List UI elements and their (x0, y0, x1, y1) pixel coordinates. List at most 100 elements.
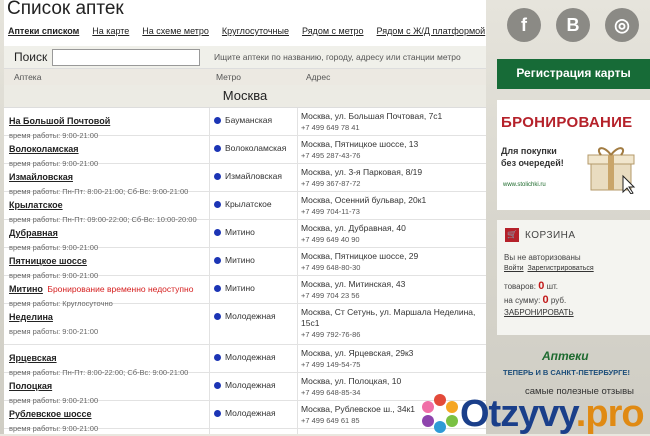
tab-near-metro[interactable]: Рядом с метро (302, 26, 364, 36)
pharmacy-name-link[interactable]: Измайловская (9, 172, 73, 182)
address-text: Москва, Пятницкое шоссе, 29 (301, 251, 419, 261)
pharmacy-name-link[interactable]: Пятницкое шоссе (9, 256, 87, 266)
metro-dot-icon (214, 201, 221, 208)
watermark-logo-main: Otzyvy (460, 393, 577, 435)
cart-items-count: 0 (538, 280, 545, 292)
cart-widget: 🛒 КОРЗИНА Вы не авторизованы Войти Зарег… (497, 220, 650, 335)
metro-cell: Митино (214, 255, 255, 265)
column-divider (209, 276, 210, 303)
metro-name: Молодежная (225, 352, 276, 362)
metro-name: Волоколамская (225, 143, 287, 153)
phone-number: +7 499 704-11-73 (301, 207, 360, 216)
metro-dot-icon (214, 173, 221, 180)
booking-banner[interactable]: БРОНИРОВАНИЕ Для покупки без очередей! w… (497, 100, 650, 210)
metro-name: Крылатское (225, 199, 272, 209)
instagram-icon[interactable]: ◎ (605, 8, 639, 42)
table-row: Неделина время работы: 9:00-21:00 Молодежн… (4, 304, 486, 345)
address-text: Москва, Ст Сетунь, ул. Маршала Неделина,… (301, 307, 476, 328)
address-cell: Москва, Пятницкое шоссе, 29 +7 499 648-80… (301, 251, 481, 273)
tab-24h[interactable]: Круглосуточные (222, 26, 289, 36)
column-header-pharmacy: Аптека (14, 72, 42, 82)
metro-cell: Измайловская (214, 171, 282, 181)
pharmacy-name-link[interactable]: На Большой Почтовой (9, 116, 110, 126)
login-link[interactable]: Войти (504, 265, 524, 272)
metro-cell: Бауманская (214, 115, 272, 125)
metro-name: Молодежная (225, 408, 276, 418)
column-divider (297, 220, 298, 247)
pharmacy-name-link[interactable]: Ярцевская (9, 353, 57, 363)
table-row: Рублевское шоссе время работы: 9:00-21:00… (4, 401, 486, 433)
city-name: Москва (222, 88, 268, 103)
address-text: Москва, ул. Митинская, 43 (301, 279, 406, 289)
address-text: Москва, ул. Полоцкая, 10 (301, 376, 402, 386)
spb-banner[interactable]: Аптеки ТЕПЕРЬ И В САНКТ-ПЕТЕРБУРГЕ! (497, 343, 650, 383)
tab-list[interactable]: Аптеки списком (8, 26, 79, 36)
metro-dot-icon (214, 382, 221, 389)
metro-cell: Молодежная (214, 352, 276, 362)
metro-name: Митино (225, 255, 255, 265)
tab-map[interactable]: На карте (92, 26, 129, 36)
metro-cell: Волоколамская (214, 143, 286, 153)
column-divider (209, 108, 210, 135)
column-divider (209, 192, 210, 219)
book-link[interactable]: ЗАБРОНИРОВАТЬ (504, 308, 574, 317)
pharmacy-name-link[interactable]: Неделина (9, 312, 53, 322)
column-divider (209, 164, 210, 191)
address-text: Москва, ул. Дубравная, 40 (301, 223, 406, 233)
metro-dot-icon (214, 145, 221, 152)
address-cell: Москва, ул. Дубравная, 40 +7 499 649 40 9… (301, 223, 481, 245)
phone-number: +7 499 367-87-72 (301, 179, 361, 188)
pharmacy-name-link[interactable]: Дубравная (9, 228, 58, 238)
address-text: Москва, Пятницкое шоссе, 13 (301, 139, 419, 149)
watermark-logo-suffix: .pro (575, 393, 645, 435)
spb-logo: Аптеки (542, 349, 589, 363)
search-input[interactable] (52, 49, 200, 66)
pharmacy-hours: время работы: 9:00-21:00 (9, 327, 99, 336)
address-cell: Москва, Пятницкое шоссе, 13 +7 495 287-43… (301, 139, 481, 161)
facebook-icon[interactable]: f (507, 8, 541, 42)
pharmacy-name-link[interactable]: Полоцкая (9, 381, 52, 391)
metro-name: Митино (225, 283, 255, 293)
column-divider (209, 248, 210, 275)
pharmacy-note: Бронирование временно недоступно (47, 284, 194, 294)
metro-name: Молодежная (225, 311, 276, 321)
address-text: Москва, Осенний бульвар, 20к1 (301, 195, 427, 205)
metro-dot-icon (214, 285, 221, 292)
tab-metro-scheme[interactable]: На схеме метро (142, 26, 209, 36)
column-divider (297, 136, 298, 163)
booking-site: www.stolichki.ru (503, 182, 546, 188)
metro-dot-icon (214, 117, 221, 124)
tab-near-railway[interactable]: Рядом с Ж/Д платформой (377, 26, 486, 36)
column-divider (209, 401, 210, 428)
column-divider (297, 304, 298, 344)
column-divider (297, 192, 298, 219)
column-divider (297, 401, 298, 428)
metro-cell: Молодежная (214, 380, 276, 390)
vk-icon[interactable]: B (556, 8, 590, 42)
metro-name: Измайловская (225, 171, 283, 181)
pharmacy-name-link[interactable]: Рублевское шоссе (9, 409, 92, 419)
metro-name: Митино (225, 227, 255, 237)
table-row: На Большой Почтовой время работы: 9:00-21… (4, 108, 486, 140)
column-divider (297, 108, 298, 135)
table-row: Крылатское время работы: Пн-Пт: 09:00-22:… (4, 192, 486, 224)
address-text: Москва, ул. Большая Почтовая, 7с1 (301, 111, 443, 121)
register-link[interactable]: Зарегистрироваться (527, 265, 593, 272)
search-bar: Поиск Ищите аптеки по названию, городу, … (4, 46, 486, 70)
address-cell: Москва, ул. Ярцевская, 29к3 +7 499 149-54… (301, 348, 481, 370)
register-card-button[interactable]: Регистрация карты (497, 59, 650, 89)
column-divider (209, 345, 210, 372)
cart-items-label: товаров: (504, 282, 537, 291)
pharmacy-name-link[interactable]: Митино (9, 284, 43, 294)
watermark-logo: Otzyvy.pro (460, 393, 645, 436)
table-header: Аптека Метро Адрес (4, 68, 486, 86)
column-header-metro: Метро (216, 72, 241, 82)
cart-items-unit: шт. (546, 282, 559, 291)
table-row: Ярцевская время работы: Пн-Пт: 8:00-22:00… (4, 345, 486, 377)
pharmacy-name-link[interactable]: Волоколамская (9, 144, 79, 154)
metro-dot-icon (214, 410, 221, 417)
phone-number: +7 499 649 40 90 (301, 235, 360, 244)
column-header-address: Адрес (306, 72, 331, 82)
pharmacy-name-link[interactable]: Крылатское (9, 200, 63, 210)
metro-name: Бауманская (225, 115, 273, 125)
